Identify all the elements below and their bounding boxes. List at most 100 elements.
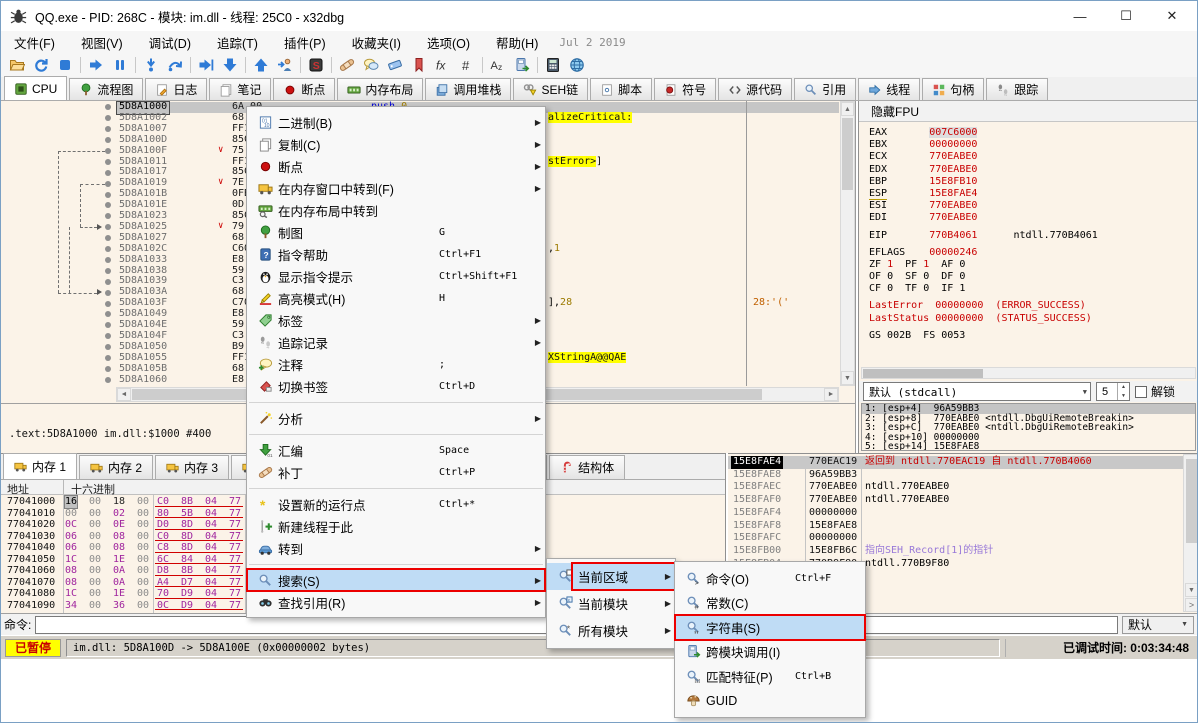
tab-内存 2[interactable]: 内存 2 — [79, 455, 153, 479]
breakpoint-dot[interactable] — [105, 279, 111, 285]
breakpoint-dot[interactable] — [105, 170, 111, 176]
breakpoint-dot[interactable] — [105, 235, 111, 241]
breakpoint-dot[interactable] — [105, 333, 111, 339]
breakpoint-dot[interactable] — [105, 290, 111, 296]
menu-item-复制(C)[interactable]: 复制(C)▶ — [247, 133, 545, 155]
calling-convention-select[interactable]: 默认 (stdcall) ▼ — [863, 382, 1091, 401]
menu-item-命令(O)[interactable]: >命令(O)Ctrl+F — [675, 566, 865, 591]
breakpoint-dot[interactable] — [105, 181, 111, 187]
register-row[interactable]: ESI 770EABE0 — [869, 200, 1195, 212]
stack-row[interactable]: 15E8FAE896A59BB3 — [728, 469, 1183, 482]
menu-item-指令帮助[interactable]: ?指令帮助Ctrl+F1 — [247, 243, 545, 265]
functions-button[interactable]: fx — [431, 54, 455, 76]
breakpoint-dot[interactable] — [105, 137, 111, 143]
menu-item-在内存窗口中转到(F)[interactable]: 在内存窗口中转到(F)▶ — [247, 177, 545, 199]
tab-断点[interactable]: 断点 — [273, 78, 335, 100]
arguments-list[interactable]: 1: [esp+4] 96A59BB32: [esp+8] 770EABE0 <… — [861, 403, 1196, 451]
stack-row[interactable]: 15E8FAF815E8FAE8 — [728, 520, 1183, 533]
breakpoint-dot[interactable] — [105, 322, 111, 328]
step-over-button[interactable] — [163, 54, 187, 76]
registers-hscroll-thumb[interactable] — [863, 369, 983, 378]
run-down-button[interactable] — [218, 54, 242, 76]
menu-item-新建线程于此[interactable]: 新建线程于此 — [247, 515, 545, 537]
tab-调用堆栈[interactable]: 调用堆栈 — [425, 78, 511, 100]
maximize-button[interactable]: ☐ — [1103, 1, 1149, 31]
register-row[interactable]: EFLAGS 00000246 — [869, 247, 1195, 259]
menu-item-二进制(B)[interactable]: 0110二进制(B)▶ — [247, 111, 545, 133]
menu-item-追踪记录[interactable]: 追踪记录▶ — [247, 331, 545, 353]
bookmarks-button[interactable] — [407, 54, 431, 76]
profile-dropdown[interactable]: 默认 ▼ — [1122, 616, 1194, 634]
menubar-item-帮助(H)[interactable]: 帮助(H) — [483, 31, 551, 53]
menubar-item-插件(P)[interactable]: 插件(P) — [271, 31, 339, 53]
menubar-item-收藏夹(I)[interactable]: 收藏夹(I) — [339, 31, 414, 53]
menubar-item-调试(D)[interactable]: 调试(D) — [136, 31, 204, 53]
patch-button[interactable] — [335, 54, 359, 76]
scroll-down-icon[interactable]: ▼ — [1185, 583, 1198, 597]
menu-item-汇编[interactable]: 01汇编Space — [247, 439, 545, 461]
menu-item-断点[interactable]: 断点▶ — [247, 155, 545, 177]
open-file-button[interactable] — [5, 54, 29, 76]
attach-button[interactable] — [273, 54, 297, 76]
step-into-button[interactable] — [139, 54, 163, 76]
tab-结构体[interactable]: 结构体 — [549, 455, 625, 479]
stack-row[interactable]: 15E8FAF400000000 — [728, 507, 1183, 520]
disassembly-vscrollbar[interactable]: ▲▼ — [840, 101, 855, 386]
stack-row[interactable]: 15E8FB0015E8FB6C指向SEH_Record[1]的指针 — [728, 545, 1183, 558]
breakpoint-dot[interactable] — [105, 257, 111, 263]
menu-item-高亮模式(H)[interactable]: 高亮模式(H)H — [247, 287, 545, 309]
menubar-item-文件(F)[interactable]: 文件(F) — [1, 31, 68, 53]
tab-句柄[interactable]: 句柄 — [922, 78, 984, 100]
breakpoint-dot[interactable] — [105, 159, 111, 165]
tab-CPU[interactable]: CPU — [4, 76, 67, 100]
strings-button[interactable]: Az — [486, 54, 510, 76]
register-row[interactable]: ECX 770EABE0 — [869, 151, 1195, 163]
breakpoint-dot[interactable] — [105, 126, 111, 132]
scroll-left-icon[interactable]: ◄ — [117, 388, 131, 401]
hash-button[interactable]: # — [455, 54, 479, 76]
tab-跟踪[interactable]: 跟踪 — [986, 78, 1048, 100]
tab-脚本[interactable]: 脚本 — [590, 78, 652, 100]
register-row[interactable]: ESP 15E8FAE4 — [869, 188, 1195, 200]
checkbox-icon[interactable] — [1135, 386, 1147, 398]
menu-item-标签[interactable]: 标签▶ — [247, 309, 545, 331]
menu-item-制图[interactable]: 制图G — [247, 221, 545, 243]
spin-up-icon[interactable]: ▲ — [1118, 383, 1129, 392]
tab-SEH链[interactable]: SEH链 — [513, 78, 588, 100]
vscroll-thumb[interactable] — [1186, 459, 1197, 543]
menu-item-当前模块[interactable]: x当前模块▶ — [547, 590, 675, 617]
comments-button[interactable] — [359, 54, 383, 76]
tab-日志[interactable]: 日志 — [145, 78, 207, 100]
breakpoint-dot[interactable] — [105, 301, 111, 307]
arg-count-spinner[interactable]: 5 ▲▼ — [1096, 382, 1130, 401]
menu-item-查找引用(R)[interactable]: 查找引用(R)▶ — [247, 591, 545, 613]
menu-item-匹配特征(P)[interactable]: 匹配特征(P)Ctrl+B — [675, 664, 865, 689]
run-button[interactable] — [84, 54, 108, 76]
breakpoint-dot[interactable] — [105, 104, 111, 110]
argument-row[interactable]: 5: [esp+14] 15E8FAE8 — [862, 442, 1195, 451]
minimize-button[interactable]: — — [1057, 1, 1103, 31]
breakpoint-dot[interactable] — [105, 268, 111, 274]
scylla-button[interactable]: S — [304, 54, 328, 76]
module-calls-button[interactable] — [510, 54, 534, 76]
calculator-button[interactable] — [541, 54, 565, 76]
run-to-cursor-button[interactable] — [194, 54, 218, 76]
register-row[interactable]: LastError 00000000 (ERROR_SUCCESS) — [869, 300, 1195, 312]
register-row[interactable]: LastStatus 00000000 (STATUS_SUCCESS) — [869, 313, 1195, 325]
breakpoint-dot[interactable] — [105, 115, 111, 121]
menu-item-分析[interactable]: 分析▶ — [247, 407, 545, 429]
spin-down-icon[interactable]: ▼ — [1118, 392, 1129, 401]
menu-item-注释[interactable]: 注释; — [247, 353, 545, 375]
tab-流程图[interactable]: 流程图 — [69, 78, 143, 100]
tab-内存布局[interactable]: 内存布局 — [337, 78, 423, 100]
registers-rows[interactable]: EAX 007C6000EBX 00000000ECX 770EABE0 EDX… — [869, 127, 1195, 342]
register-row[interactable]: GS 002B FS 0053 — [869, 330, 1195, 342]
tab-源代码[interactable]: 源代码 — [718, 78, 792, 100]
pause-button[interactable] — [108, 54, 132, 76]
breakpoint-dot[interactable] — [105, 192, 111, 198]
register-row[interactable]: OF 0 SF 0 DF 0 — [869, 271, 1195, 283]
hide-fpu-button[interactable]: 隐藏FPU — [871, 103, 919, 120]
tab-内存 3[interactable]: 内存 3 — [155, 455, 229, 479]
menu-item-显示指令提示[interactable]: 显示指令提示Ctrl+Shift+F1 — [247, 265, 545, 287]
menu-item-设置新的运行点[interactable]: *设置新的运行点Ctrl+* — [247, 493, 545, 515]
